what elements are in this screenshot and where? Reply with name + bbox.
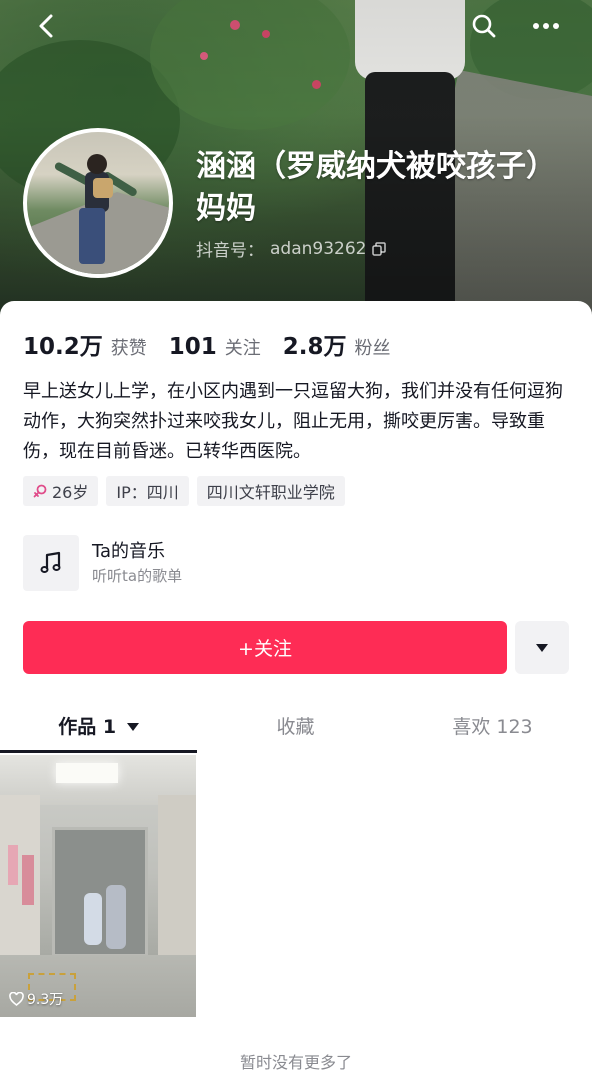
school-tag-label: 四川文轩职业学院 <box>206 483 335 502</box>
age-tag-label: 26岁 <box>52 483 89 502</box>
content-tabs: 作品 1 收藏 喜欢 123 <box>0 707 592 753</box>
more-actions-dropdown[interactable] <box>515 621 569 674</box>
search-button[interactable] <box>466 8 502 44</box>
profile-tags: 26岁 IP：四川 四川文轩职业学院 <box>23 476 345 506</box>
music-entry[interactable]: Ta的音乐 听听ta的歌单 <box>23 535 182 591</box>
avatar[interactable] <box>23 128 173 278</box>
more-icon <box>533 23 559 29</box>
douyin-id-label: 抖音号： <box>196 241 264 261</box>
female-icon <box>33 484 47 498</box>
following-label[interactable]: 关注 <box>225 334 261 360</box>
ip-tag-label: IP：四川 <box>116 483 179 502</box>
search-icon <box>472 14 496 38</box>
ip-tag: IP：四川 <box>106 476 189 506</box>
profile-stats: 10.2万 获赞 101 关注 2.8万 粉丝 <box>23 327 413 361</box>
school-tag[interactable]: 四川文轩职业学院 <box>196 476 345 506</box>
music-title: Ta的音乐 <box>92 541 166 562</box>
follow-button[interactable]: +关注 <box>23 621 507 674</box>
likes-label: 获赞 <box>110 338 147 359</box>
tab-favorites-label: 收藏 <box>276 716 315 738</box>
video-likes: 9.3万 <box>9 989 63 1009</box>
profile-panel: 10.2万 获赞 101 关注 2.8万 粉丝 早上送女儿上学，在小区内遇到一只… <box>0 301 592 1080</box>
back-icon <box>39 14 53 38</box>
more-button[interactable] <box>528 8 564 44</box>
copy-icon[interactable] <box>372 241 387 256</box>
music-subtitle: 听听ta的歌单 <box>92 567 183 585</box>
tab-works[interactable]: 作品 1 <box>0 707 197 753</box>
age-tag: 26岁 <box>23 476 99 506</box>
douyin-id[interactable]: 抖音号： adan93262 <box>196 236 387 261</box>
back-button[interactable] <box>28 8 64 44</box>
tab-liked-label: 喜欢 123 <box>452 716 533 738</box>
video-likes-count: 9.3万 <box>27 992 64 1008</box>
caret-down-icon <box>126 723 139 731</box>
douyin-id-value: adan93262 <box>270 238 367 259</box>
tab-works-label: 作品 1 <box>58 716 117 738</box>
tab-favorites[interactable]: 收藏 <box>197 707 394 753</box>
video-thumbnail[interactable]: 9.3万 <box>0 755 196 1017</box>
heart-icon <box>9 992 24 1006</box>
caret-down-icon <box>536 643 548 652</box>
music-note-icon <box>40 551 61 573</box>
followers-count[interactable]: 2.8万 <box>283 327 347 361</box>
music-icon-box <box>23 535 79 591</box>
tab-liked[interactable]: 喜欢 123 <box>394 707 591 753</box>
followers-label[interactable]: 粉丝 <box>355 334 391 360</box>
following-count[interactable]: 101 <box>169 334 217 360</box>
profile-nickname: 涵涵（罗威纳犬被咬孩子）妈妈 <box>196 149 556 226</box>
likes-count: 10.2万 <box>23 334 103 360</box>
no-more-text: 暂时没有更多了 <box>239 1053 352 1072</box>
profile-bio: 早上送女儿上学，在小区内遇到一只逗留大狗，我们并没有任何逗狗动作，大狗突然扑过来… <box>23 381 563 462</box>
